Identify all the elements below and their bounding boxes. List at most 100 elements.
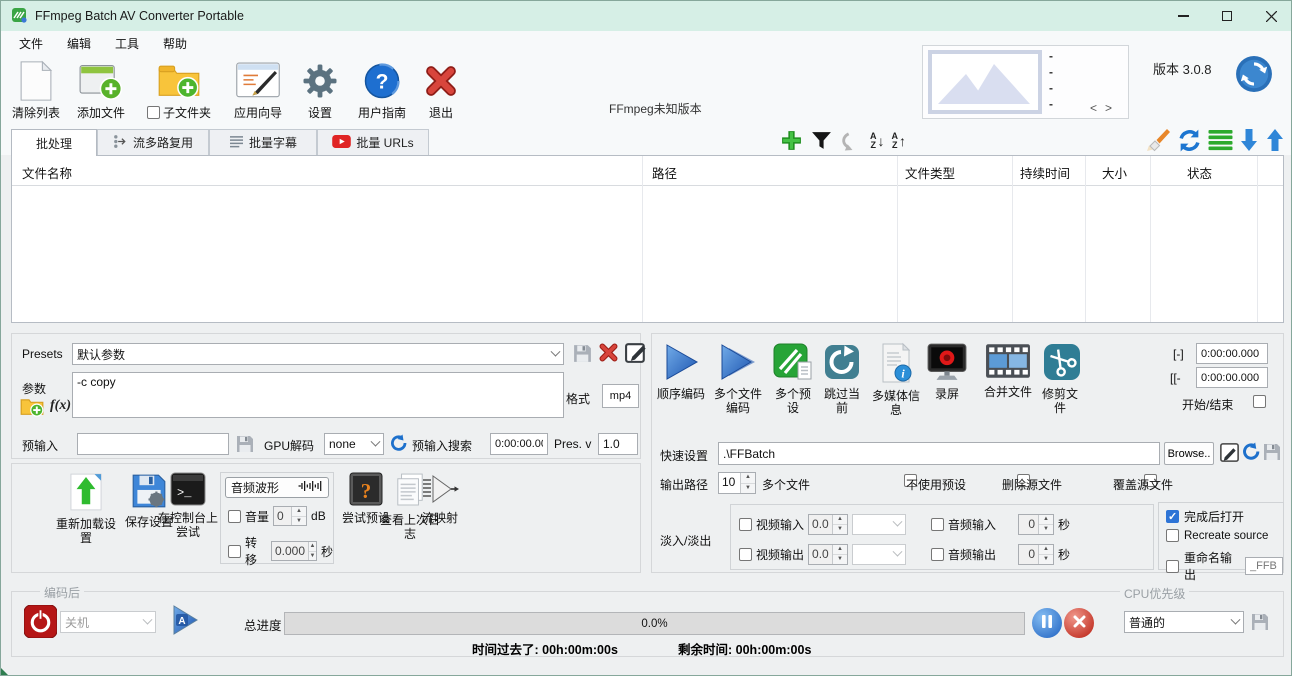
tab-urls[interactable]: 批量 URLs xyxy=(317,129,429,155)
settings-button[interactable]: 设置 xyxy=(293,57,347,123)
preinput-input[interactable] xyxy=(77,433,229,455)
audio-fadein-spinner[interactable]: 0▲▼ xyxy=(1018,514,1054,535)
save-preinput-button[interactable] xyxy=(235,434,255,457)
console-try-button[interactable]: >_ 在控制台上尝试 xyxy=(158,472,218,540)
abort-button[interactable] xyxy=(1064,608,1094,638)
shift-checkbox[interactable] xyxy=(228,545,241,558)
stream-map-button[interactable]: 流映射 xyxy=(420,472,460,526)
video-fadeout-spinner[interactable]: 0.0▲▼ xyxy=(808,544,848,565)
menu-help[interactable]: 帮助 xyxy=(151,32,199,55)
undo-icon[interactable] xyxy=(840,130,863,151)
cpu-priority-select[interactable]: 普通的 xyxy=(1124,611,1244,633)
params-input[interactable]: -c copy xyxy=(72,372,564,418)
tab-batch[interactable]: 批处理 xyxy=(11,129,97,156)
delete-preset-button[interactable] xyxy=(598,342,619,366)
col-duration[interactable]: 持续时间 xyxy=(1020,163,1070,182)
refresh-icon[interactable] xyxy=(1177,128,1202,153)
sort-az-descending-icon[interactable]: AZ↓ xyxy=(870,132,885,150)
add-files-button[interactable]: 添加文件 xyxy=(69,57,133,123)
audio-waveform-button[interactable]: 音频波形 xyxy=(225,477,329,498)
join-files-button[interactable]: 合并文件 xyxy=(984,342,1032,400)
edit-preset-button[interactable] xyxy=(624,340,649,368)
green-list-icon[interactable] xyxy=(1208,129,1233,151)
tab-mux[interactable]: 流多路复用 xyxy=(97,129,209,155)
exit-button[interactable]: 退出 xyxy=(417,57,465,123)
preinput-reload-icon[interactable] xyxy=(390,434,408,452)
video-fadein-spinner[interactable]: 0.0▲▼ xyxy=(808,514,848,535)
subfolders-checkbox[interactable] xyxy=(147,106,160,119)
video-fadeout-checkbox[interactable] xyxy=(739,548,752,561)
reload-settings-button[interactable]: 重新加载设置 xyxy=(54,472,118,546)
preset-select[interactable]: 默认参数 xyxy=(72,343,564,365)
auto-start-button[interactable]: A xyxy=(170,604,200,639)
sequential-encode-button[interactable]: 顺序编码 xyxy=(652,342,710,402)
close-button[interactable] xyxy=(1249,1,1292,31)
volume-checkbox[interactable] xyxy=(228,510,241,523)
maximize-button[interactable] xyxy=(1205,1,1249,31)
media-info-button[interactable]: i 多媒体信息 xyxy=(868,342,924,418)
preset-version-input[interactable] xyxy=(598,433,638,455)
multi-file-encode-button[interactable]: 多个文件编码 xyxy=(714,342,762,416)
move-up-icon[interactable] xyxy=(1265,128,1285,152)
move-down-icon[interactable] xyxy=(1239,128,1259,152)
edit-path-button[interactable] xyxy=(1218,441,1241,467)
check-updates-button[interactable] xyxy=(1235,55,1273,96)
video-fadein-checkbox[interactable] xyxy=(739,518,752,531)
rename-suffix-input[interactable] xyxy=(1245,557,1283,575)
multi-files-spinner[interactable]: 10▲▼ xyxy=(718,472,756,494)
fx-button[interactable]: f(x) xyxy=(50,398,71,414)
app-wizard-button[interactable]: 应用向导 xyxy=(225,57,291,123)
browse-button[interactable]: Browse.. xyxy=(1164,442,1214,465)
trim-start-input[interactable] xyxy=(1196,343,1268,364)
pause-button[interactable] xyxy=(1032,608,1062,638)
video-fadeout-type-select[interactable] xyxy=(852,544,906,565)
col-status[interactable]: 状态 xyxy=(1187,163,1212,182)
file-list-table[interactable]: 文件名称 路径 文件类型 持续时间 大小 状态 xyxy=(11,155,1284,323)
user-guide-button[interactable]: ? 用户指南 xyxy=(349,57,415,123)
save-priority-button[interactable] xyxy=(1250,612,1270,635)
start-end-checkbox[interactable] xyxy=(1253,395,1266,408)
multi-preset-button[interactable]: 多个预设 xyxy=(770,342,816,416)
resize-grip[interactable] xyxy=(1,668,8,675)
menu-edit[interactable]: 编辑 xyxy=(55,32,103,55)
add-plus-icon[interactable] xyxy=(780,129,803,152)
col-filetype[interactable]: 文件类型 xyxy=(905,163,955,182)
col-path[interactable]: 路径 xyxy=(652,163,677,182)
preview-prev-button[interactable]: < xyxy=(1090,101,1105,115)
seek-time-input[interactable] xyxy=(490,433,548,455)
audio-fadeout-checkbox[interactable] xyxy=(931,548,944,561)
menu-tools[interactable]: 工具 xyxy=(103,32,151,55)
record-screen-button[interactable]: 录屏 xyxy=(924,342,970,402)
col-size[interactable]: 大小 xyxy=(1102,163,1127,182)
menu-file[interactable]: 文件 xyxy=(7,32,55,55)
recreate-source-checkbox[interactable] xyxy=(1166,529,1179,542)
sort-az-ascending-icon[interactable]: AZ↑ xyxy=(892,132,907,150)
preview-next-button[interactable]: > xyxy=(1105,101,1120,115)
skip-current-button[interactable]: 跳过当前 xyxy=(820,342,864,416)
tab-subtitles[interactable]: 批量字幕 xyxy=(209,129,317,155)
shift-spinner[interactable]: 0.000▲▼ xyxy=(271,541,317,561)
open-when-done-checkbox[interactable] xyxy=(1166,510,1179,523)
volume-spinner[interactable]: 0▲▼ xyxy=(273,506,307,526)
rename-output-checkbox[interactable] xyxy=(1166,560,1179,573)
subfolders-toggle[interactable]: 子文件夹 xyxy=(135,57,223,123)
trim-end-input[interactable] xyxy=(1196,367,1268,388)
filter-icon[interactable] xyxy=(810,129,833,152)
clear-list-button[interactable]: 清除列表 xyxy=(5,57,67,123)
gpu-decode-select[interactable]: none xyxy=(324,433,384,455)
format-input[interactable] xyxy=(602,384,639,408)
save-preset-button[interactable] xyxy=(572,343,593,367)
save-path-button[interactable] xyxy=(1262,442,1282,465)
video-fadein-type-select[interactable] xyxy=(852,514,906,535)
audio-fadeout-spinner[interactable]: 0▲▼ xyxy=(1018,544,1054,565)
minimize-button[interactable] xyxy=(1161,1,1205,31)
params-folder-plus-icon[interactable] xyxy=(20,396,44,417)
brush-icon[interactable] xyxy=(1145,127,1171,153)
reset-path-button[interactable] xyxy=(1242,442,1261,464)
trim-files-button[interactable]: 修剪文件 xyxy=(1042,342,1078,416)
audio-fadein-checkbox[interactable] xyxy=(931,518,944,531)
output-folder-input[interactable] xyxy=(718,442,1160,465)
after-encode-select[interactable]: 关机 xyxy=(60,611,156,633)
col-filename[interactable]: 文件名称 xyxy=(22,163,72,182)
shutdown-button[interactable] xyxy=(24,605,57,641)
